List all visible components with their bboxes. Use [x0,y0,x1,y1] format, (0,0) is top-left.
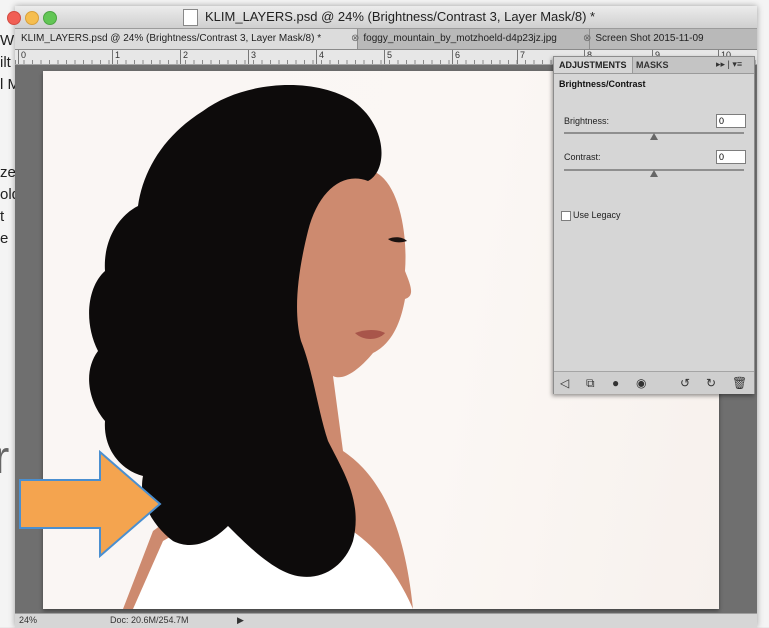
ruler-tick [112,50,113,64]
brightness-slider-thumb[interactable] [650,133,658,140]
expand-view-icon[interactable]: ⧉ [586,376,595,391]
ruler-tick [248,50,249,64]
visibility-eye-icon[interactable]: ◉ [636,376,646,390]
minimize-window-button[interactable] [25,11,39,25]
document-icon [183,9,198,26]
back-arrow-icon[interactable]: ◁ [560,376,569,390]
status-menu-arrow-icon[interactable]: ▶ [237,615,244,626]
trash-icon[interactable]: 🗑 [732,376,747,390]
ruler-number: 0 [21,50,27,60]
ruler-number: 3 [251,50,257,60]
zoom-window-button[interactable] [43,11,57,25]
contrast-input[interactable]: 0 [716,150,746,164]
use-legacy-checkbox[interactable] [561,211,571,221]
ruler-number: 1 [115,50,121,60]
tab-label: Screen Shot 2015-11-09 [595,33,704,44]
brightness-input[interactable]: 0 [716,114,746,128]
ruler-tick [517,50,518,64]
panel-menu-icon[interactable]: ▸▸ | ▾≡ [716,59,742,70]
ruler-number: 5 [387,50,393,60]
view-previous-icon[interactable]: ↺ [680,376,690,390]
ruler-tick [18,50,19,64]
clip-layer-icon[interactable]: ● [612,376,619,390]
ruler-number: 2 [183,50,189,60]
close-tab-icon[interactable]: ⊗ [583,33,591,44]
panel-footer: ◁ ⧉ ● ◉ ↺ ↻ 🗑 [554,371,754,394]
contrast-label: Contrast: [564,152,601,162]
adjustments-panel: ADJUSTMENTS MASKS ▸▸ | ▾≡ Brightness/Con… [553,56,755,394]
close-tab-icon[interactable]: ⊗ [351,33,359,44]
window-title: KLIM_LAYERS.psd @ 24% (Brightness/Contra… [205,9,596,24]
tab-foggy-mountain[interactable]: ⊗ foggy_mountain_by_motzhoeld-d4p23jz.jpg [345,29,590,49]
ruler-tick [384,50,385,64]
ruler-number: 4 [319,50,325,60]
brightness-label: Brightness: [564,116,610,126]
adjustment-title: Brightness/Contrast [559,79,646,89]
ruler-number: 7 [520,50,526,60]
orange-arrow-annotation [19,450,162,558]
zoom-level[interactable]: 24% [19,615,37,625]
close-window-button[interactable] [7,11,21,25]
status-bar: 24% Doc: 20.6M/254.7M ▶ [15,613,757,628]
tab-label: KLIM_LAYERS.psd @ 24% (Brightness/Contra… [21,33,322,44]
ruler-tick [316,50,317,64]
ruler-tick [180,50,181,64]
tab-label: foggy_mountain_by_motzhoeld-d4p23jz.jpg [363,33,557,44]
tab-masks[interactable]: MASKS [631,57,674,73]
reset-icon[interactable]: ↻ [706,376,716,390]
document-tab-bar: KLIM_LAYERS.psd @ 24% (Brightness/Contra… [15,29,757,50]
panel-tab-bar: ADJUSTMENTS MASKS ▸▸ | ▾≡ [554,57,754,74]
tab-adjustments[interactable]: ADJUSTMENTS [554,57,633,73]
document-size: Doc: 20.6M/254.7M [110,615,189,625]
use-legacy-label[interactable]: Use Legacy [573,210,621,220]
title-bar[interactable]: KLIM_LAYERS.psd @ 24% (Brightness/Contra… [7,6,757,29]
tab-screen-shot[interactable]: ⊗ Screen Shot 2015-11-09 [577,29,769,49]
contrast-slider-thumb[interactable] [650,170,658,177]
tab-klim-layers[interactable]: KLIM_LAYERS.psd @ 24% (Brightness/Contra… [15,29,358,49]
background-big-text: r [0,431,10,483]
ruler-tick [452,50,453,64]
ruler-number: 6 [455,50,461,60]
